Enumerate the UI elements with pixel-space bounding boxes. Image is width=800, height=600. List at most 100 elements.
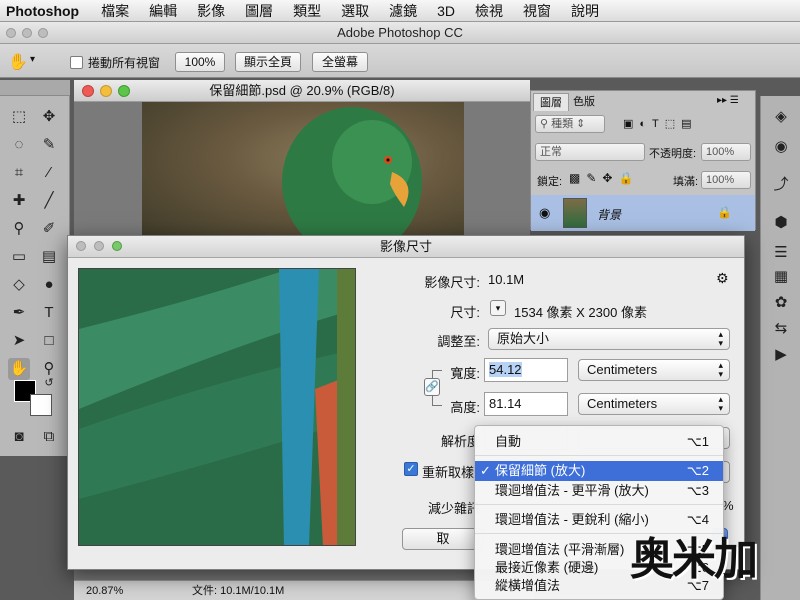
actions-panel-icon[interactable]: ▶ (770, 344, 792, 366)
pen-icon[interactable]: ✒ (8, 302, 30, 324)
healing-brush-icon[interactable]: ✚ (8, 190, 30, 212)
doc-close-button[interactable] (82, 85, 94, 97)
marquee-icon[interactable]: ⬚ (8, 106, 30, 128)
cancel-button[interactable]: 取 (402, 528, 484, 550)
type-icon[interactable]: T (38, 302, 60, 324)
checkmark-icon: ✓ (480, 463, 491, 478)
background-color-swatch[interactable] (30, 394, 52, 416)
3d-panel-icon[interactable]: ⬢ (770, 212, 792, 234)
fit-to-value: 原始大小 (497, 331, 550, 346)
swatches-panel-icon[interactable]: ▦ (770, 266, 792, 288)
dialog-minimize-button[interactable] (94, 241, 104, 251)
menu-file[interactable]: 檔案 (101, 1, 129, 21)
menu-separator (475, 455, 723, 456)
zoom-window-button[interactable] (38, 28, 48, 38)
blend-mode-select[interactable]: 正常 (535, 143, 645, 161)
dialog-zoom-button[interactable] (112, 241, 122, 251)
fill-input[interactable]: 100% (701, 171, 751, 189)
scroll-all-windows-checkbox[interactable] (70, 56, 83, 69)
menu-filter[interactable]: 濾鏡 (389, 1, 417, 21)
doc-zoom-button[interactable] (118, 85, 130, 97)
panel-menu-icon[interactable]: ▸▸ ☰ (717, 95, 739, 106)
hand-icon[interactable]: ✋ (8, 358, 30, 380)
layer-name[interactable]: 背景 (597, 206, 621, 223)
dodge-icon[interactable]: ● (38, 274, 60, 296)
channels-panel-icon[interactable]: ◉ (770, 136, 792, 158)
chevron-down-icon[interactable]: ▾ (30, 54, 35, 65)
clone-stamp-icon[interactable]: ⚲ (8, 218, 30, 240)
quick-select-icon[interactable]: ✎ (38, 134, 60, 156)
lasso-icon[interactable]: ◌ (8, 134, 30, 156)
dialog-close-button[interactable] (76, 241, 86, 251)
updown-arrows-icon: ▴ ▾ (718, 360, 723, 379)
menu-item-bicubic-smoother[interactable]: 環迴增值法 - 更平滑 (放大) ⌥3 (475, 481, 723, 501)
menu-item-preserve-details[interactable]: ✓ 保留細節 (放大) ⌥2 (475, 461, 723, 481)
menu-3d[interactable]: 3D (437, 3, 455, 19)
screen-mode-icon[interactable]: ⧉ (38, 426, 60, 448)
height-unit-select[interactable]: Centimeters ▴ ▾ (578, 393, 730, 415)
path-select-icon[interactable]: ➤ (8, 330, 30, 352)
menu-item-label: 縱橫增值法 (495, 578, 561, 593)
move-icon[interactable]: ✥ (38, 106, 60, 128)
fill-screen-button[interactable]: 全螢幕 (312, 52, 368, 72)
close-window-button[interactable] (6, 28, 16, 38)
layer-row-background[interactable]: ◉ 背景 🔒 (531, 195, 755, 231)
menu-edit[interactable]: 編輯 (149, 1, 177, 21)
zoom-level[interactable]: 20.87% (86, 581, 123, 600)
hand-tool-icon[interactable]: ✋ (8, 52, 28, 72)
styles-panel-icon[interactable]: ✿ (770, 292, 792, 314)
rectangle-icon[interactable]: □ (38, 330, 60, 352)
paths-panel-icon[interactable]: ⤴ (770, 174, 792, 196)
opacity-input[interactable]: 100% (701, 143, 751, 161)
dimensions-dropdown-button[interactable]: ▾ (490, 300, 506, 316)
resample-checkbox[interactable]: ✓ (404, 462, 418, 476)
menu-view[interactable]: 檢視 (475, 1, 503, 21)
fit-to-select[interactable]: 原始大小 ▴ ▾ (488, 328, 730, 350)
options-bar: ✋ ▾ 捲動所有視窗 100% 顯示全頁 全螢幕 (0, 44, 800, 78)
tab-channels[interactable]: 色版 (567, 93, 601, 111)
canvas-image[interactable] (142, 102, 464, 242)
crop-icon[interactable]: ⌗ (8, 162, 30, 184)
eraser-icon[interactable]: ▭ (8, 246, 30, 268)
eye-visibility-icon[interactable]: ◉ (539, 205, 550, 221)
eyedropper-icon[interactable]: ⁄ (38, 162, 60, 184)
menu-select[interactable]: 選取 (341, 1, 369, 21)
width-input[interactable]: 54.12 (484, 358, 568, 382)
menu-image[interactable]: 影像 (197, 1, 225, 21)
toolbox-header (0, 80, 70, 96)
fit-to-label: 調整至: (437, 334, 480, 349)
height-label: 高度: (450, 400, 480, 415)
zoom-100-button[interactable]: 100% (175, 52, 225, 72)
gradient-icon[interactable]: ▤ (38, 246, 60, 268)
minimize-window-button[interactable] (22, 28, 32, 38)
history-panel-icon[interactable]: ⇆ (770, 318, 792, 340)
brush-icon[interactable]: ╱ (38, 190, 60, 212)
swap-colors-icon[interactable]: ↺ (38, 372, 60, 394)
properties-panel-icon[interactable]: ☰ (770, 242, 792, 264)
menu-type[interactable]: 類型 (293, 1, 321, 21)
quick-mask-icon[interactable]: ◙ (8, 426, 30, 448)
image-preview[interactable] (78, 268, 356, 546)
menu-bar: Photoshop 檔案 編輯 影像 圖層 類型 選取 濾鏡 3D 檢視 視窗 … (0, 0, 800, 22)
menu-item-auto[interactable]: 自動 ⌥1 (475, 432, 723, 452)
menu-item-shortcut: ⌥3 (686, 483, 709, 498)
menu-layer[interactable]: 圖層 (245, 1, 273, 21)
history-brush-icon[interactable]: ✐ (38, 218, 60, 240)
height-input[interactable]: 81.14 (484, 392, 568, 416)
fit-screen-button[interactable]: 顯示全頁 (235, 52, 301, 72)
doc-minimize-button[interactable] (100, 85, 112, 97)
layer-filter-select[interactable]: ⚲ 種類 ⇕ (535, 115, 605, 133)
menu-help[interactable]: 說明 (571, 1, 599, 21)
width-label: 寬度: (450, 366, 480, 381)
layers-panel-icon[interactable]: ◈ (770, 106, 792, 128)
app-menu[interactable]: Photoshop (6, 3, 79, 19)
tab-layers[interactable]: 圖層 (533, 93, 569, 111)
gear-icon[interactable]: ⚙ (716, 270, 729, 287)
width-unit-select[interactable]: Centimeters ▴ ▾ (578, 359, 730, 381)
feather-preview-art (79, 269, 355, 545)
blur-icon[interactable]: ◇ (8, 274, 30, 296)
menu-window[interactable]: 視窗 (523, 1, 551, 21)
lock-icons[interactable]: ▩✎✥🔒 (569, 171, 639, 185)
layer-filter-icons[interactable]: ▣◐T⬚▤ (623, 117, 698, 130)
app-title-bar: Adobe Photoshop CC (0, 22, 800, 44)
